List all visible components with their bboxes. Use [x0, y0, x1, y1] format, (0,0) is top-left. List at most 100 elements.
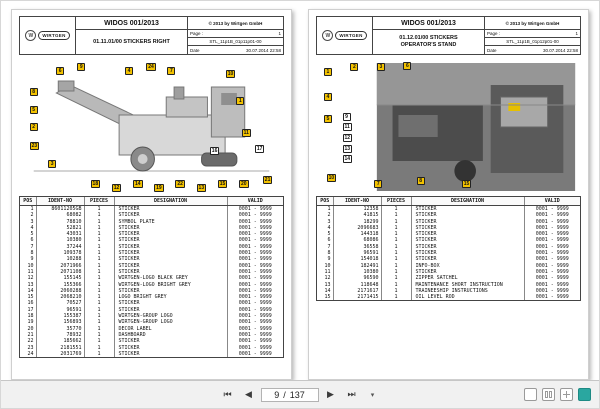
page-number-row: Page : 1 — [188, 30, 283, 38]
current-page: 9 — [274, 389, 280, 400]
diagram-callout: 3 — [376, 63, 385, 72]
section-title: 01.11.01/00 STICKERS RIGHT — [76, 30, 187, 54]
table-cell: 0001 - 9999 — [226, 350, 283, 358]
diagram-callout: 14 — [132, 179, 143, 188]
doc-code-row: STL_11p1B_01p12p01-00 — [485, 38, 580, 46]
parts-table-container: POS IDENT-NO PIECES DESIGNATION VALID 11… — [316, 196, 581, 302]
col-pieces: PIECES — [380, 197, 411, 206]
document-canvas: W WIRTGEN WIDOS 001/2013 © 2013 by Wirtg… — [1, 1, 599, 380]
tool-icon[interactable] — [578, 388, 591, 401]
wirtgen-logo: W WIRTGEN — [20, 17, 76, 54]
table-header-row: POS IDENT-NO PIECES DESIGNATION VALID — [317, 197, 580, 206]
table-row: 15 2171415 1 OIL LEVEL ROD 0001 - 9999 — [317, 294, 580, 301]
doc-code-row: STL_11p1B_01p11p01-00 — [188, 38, 283, 46]
table-cell: 0001 - 9999 — [523, 294, 580, 301]
date-value: 30.07.2014 22:58 — [245, 47, 281, 53]
date-label: Date — [487, 47, 497, 53]
parts-table: POS IDENT-NO PIECES DESIGNATION VALID 11… — [317, 197, 580, 301]
parts-diagram-machine: 6 9 4 24 7 10 8 5 2 23 3 1 11 16 17 18 12 14 19 22 13 15 20 21 — [19, 59, 284, 193]
machine-illustration — [33, 80, 270, 172]
table-cell: 1 — [380, 294, 411, 301]
page-header: W WIRTGEN WIDOS 001/2013 © 2013 by Wirtg… — [19, 16, 284, 55]
table-cell: 1 — [380, 205, 411, 213]
diagram-callout: 10 — [326, 174, 337, 183]
operator-stand-photo — [376, 63, 576, 191]
doc-code: STL_11p1B_01p11p01-00 — [209, 39, 262, 44]
wirtgen-badge-icon: W — [25, 30, 37, 41]
date-label: Date — [190, 47, 200, 53]
parts-table: POS IDENT-NO PIECES DESIGNATION VALID 18… — [20, 197, 283, 358]
table-row: 24 2031769 1 STICKER 0001 - 9999 — [20, 350, 283, 358]
diagram-callout: 15 — [461, 179, 472, 188]
col-valid: VALID — [226, 197, 283, 206]
table-cell: 1 — [327, 206, 331, 212]
table-cell: 15 — [324, 294, 331, 301]
view-mode-icons — [524, 388, 591, 401]
page-label: Page : — [487, 31, 501, 36]
page-menu-button[interactable]: ▾ — [364, 386, 382, 404]
table-cell: STICKER — [410, 205, 524, 213]
col-ident-no: IDENT-NO — [35, 197, 84, 206]
previous-page-button[interactable]: ◀ — [240, 386, 258, 404]
diagram-callout: 17 — [254, 144, 265, 153]
first-page-button[interactable]: ⏮ — [219, 386, 237, 404]
diagram-callout: 4 — [323, 92, 332, 101]
diagram-callout: 2 — [350, 63, 359, 72]
diagram-callout: 24 — [146, 63, 156, 72]
diagram-callout: 7 — [167, 67, 176, 76]
table-row: 1 86011205GB 1 STICKER 0001 - 9999 — [20, 205, 283, 213]
next-page-button[interactable]: ▶ — [322, 386, 340, 404]
diagram-callout: 12 — [342, 134, 353, 143]
date-value: 30.07.2014 22:58 — [542, 47, 578, 53]
document-page-right: W WIRTGEN WIDOS 001/2013 © 2013 by Wirtg… — [308, 9, 589, 380]
diagram-callout: 16 — [209, 147, 220, 156]
col-pos: POS — [20, 197, 36, 206]
wirtgen-logo-text: WIRTGEN — [38, 31, 70, 40]
section-title-line1: 01.11.01/00 STICKERS RIGHT — [93, 38, 170, 45]
page-info-box: Page : 1 STL_11p1B_01p12p01-00 Date 30.0… — [484, 30, 580, 54]
doc-code: STL_11p1B_01p12p01-00 — [506, 39, 559, 44]
thumbnails-icon[interactable] — [560, 388, 573, 401]
page-info-box: Page : 1 STL_11p1B_01p11p01-00 Date 30.0… — [187, 30, 283, 54]
table-cell: STICKER — [113, 205, 227, 213]
table-row: 1 12358 1 STICKER 0001 - 9999 — [317, 205, 580, 213]
page-value: 1 — [575, 31, 578, 36]
page-separator: / — [283, 389, 286, 400]
col-valid: VALID — [523, 197, 580, 206]
diagram-callout: 7 — [374, 179, 383, 188]
diagram-callout: 23 — [29, 142, 40, 151]
last-page-button[interactable]: ⏭ — [343, 386, 361, 404]
diagram-callout: 18 — [90, 179, 101, 188]
page-value: 1 — [278, 31, 281, 36]
table-header-row: POS IDENT-NO PIECES DESIGNATION VALID — [20, 197, 283, 206]
table-cell: 86011205GB — [35, 205, 84, 213]
facing-pages-icon[interactable] — [542, 388, 555, 401]
table-cell: 12358 — [332, 205, 381, 213]
diagram-callout: 9 — [77, 63, 86, 72]
col-ident-no: IDENT-NO — [332, 197, 381, 206]
diagram-callout: 4 — [125, 67, 133, 76]
document-page-left: W WIRTGEN WIDOS 001/2013 © 2013 by Wirtg… — [11, 9, 292, 380]
table-cell: 0001 - 9999 — [523, 205, 580, 213]
col-pieces: PIECES — [83, 197, 114, 206]
viewer-toolbar: ⏮ ◀ 9 / 137 ▶ ⏭ ▾ — [1, 380, 599, 408]
diagram-callout: 1 — [236, 96, 245, 105]
diagram-callout: 3 — [48, 159, 57, 168]
col-pos: POS — [317, 197, 333, 206]
diagram-callout: 21 — [262, 175, 273, 184]
page-header: W WIRTGEN WIDOS 001/2013 © 2013 by Wirtg… — [316, 16, 581, 55]
copyright-text: © 2013 by Wirtgen GmbH — [484, 17, 580, 30]
table-cell: 24 — [27, 350, 34, 357]
total-pages: 137 — [289, 389, 305, 400]
diagram-callout: 8 — [29, 88, 38, 97]
doc-title: WIDOS 001/2013 — [76, 17, 187, 30]
diagram-callout: 11 — [342, 123, 352, 132]
single-page-icon[interactable] — [524, 388, 537, 401]
page-number-input[interactable]: 9 / 137 — [260, 387, 319, 402]
table-cell: STICKER — [113, 350, 227, 358]
diagram-callout: 15 — [217, 179, 228, 188]
table-cell: 1 — [83, 350, 114, 358]
diagram-callout: 22 — [175, 179, 185, 188]
parts-diagram-operator-stand: 1 2 3 6 4 5 9 11 12 13 14 10 7 8 15 — [316, 59, 581, 193]
diagram-callout: 12 — [111, 183, 122, 192]
